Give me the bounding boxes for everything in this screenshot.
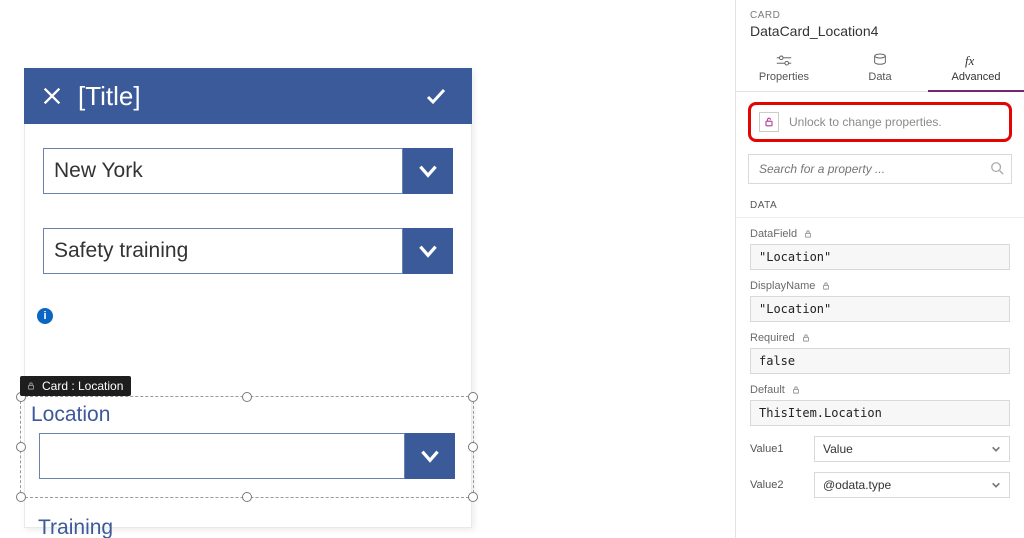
prop-field-required[interactable] bbox=[750, 348, 1010, 374]
value2-select[interactable]: @odata.type bbox=[814, 472, 1010, 498]
resize-handle[interactable] bbox=[16, 442, 26, 452]
dropdown-city-button[interactable] bbox=[403, 148, 453, 194]
panel-tabs: Properties Data fx Advanced bbox=[736, 49, 1024, 92]
card-label-training: Training bbox=[38, 516, 113, 538]
svg-text:fx: fx bbox=[965, 54, 975, 68]
value1-selected: Value bbox=[823, 442, 853, 456]
resize-handle[interactable] bbox=[242, 392, 252, 402]
chevron-down-icon bbox=[417, 443, 443, 469]
dropdown-location-button[interactable] bbox=[405, 433, 455, 479]
tab-advanced-label: Advanced bbox=[952, 71, 1001, 83]
unlock-icon bbox=[763, 116, 775, 128]
unlock-text: Unlock to change properties. bbox=[789, 115, 942, 129]
dropdown-training[interactable]: Safety training bbox=[43, 228, 453, 274]
control-name: DataCard_Location4 bbox=[750, 23, 1010, 39]
dropdown-city-value: New York bbox=[43, 148, 403, 194]
search-icon bbox=[990, 161, 1004, 175]
prop-label-default: Default bbox=[750, 384, 785, 396]
value1-label: Value1 bbox=[750, 443, 802, 455]
close-icon bbox=[41, 85, 63, 107]
tab-data[interactable]: Data bbox=[832, 49, 928, 91]
dropdown-location-value bbox=[39, 433, 405, 479]
selection-tooltip-text: Card : Location bbox=[42, 379, 123, 393]
lock-icon bbox=[821, 281, 831, 291]
dropdown-training-value: Safety training bbox=[43, 228, 403, 274]
fx-icon: fx bbox=[965, 53, 987, 68]
close-button[interactable] bbox=[32, 68, 72, 124]
tab-data-label: Data bbox=[868, 71, 891, 83]
sliders-icon bbox=[775, 53, 793, 68]
value2-label: Value2 bbox=[750, 479, 802, 491]
dropdown-city[interactable]: New York bbox=[43, 148, 453, 194]
unlock-button[interactable]: Unlock to change properties. bbox=[748, 102, 1012, 142]
lock-icon bbox=[801, 333, 811, 343]
resize-handle[interactable] bbox=[242, 492, 252, 502]
prop-label-datafield: DataField bbox=[750, 228, 797, 240]
tab-properties[interactable]: Properties bbox=[736, 49, 832, 91]
prop-label-displayname: DisplayName bbox=[750, 280, 815, 292]
lock-icon bbox=[803, 229, 813, 239]
submit-button[interactable] bbox=[416, 68, 456, 124]
tab-properties-label: Properties bbox=[759, 71, 809, 83]
chevron-down-icon bbox=[991, 480, 1001, 490]
resize-handle[interactable] bbox=[468, 442, 478, 452]
chevron-down-icon bbox=[415, 158, 441, 184]
chevron-down-icon bbox=[415, 238, 441, 264]
selection-tooltip: Card : Location bbox=[20, 376, 131, 396]
info-badge[interactable]: i bbox=[37, 308, 53, 324]
prop-field-displayname[interactable] bbox=[750, 296, 1010, 322]
dropdown-location[interactable] bbox=[39, 433, 455, 479]
tab-advanced[interactable]: fx Advanced bbox=[928, 49, 1024, 91]
value1-select[interactable]: Value bbox=[814, 436, 1010, 462]
value2-selected: @odata.type bbox=[823, 478, 891, 492]
database-icon bbox=[872, 53, 888, 68]
control-type-label: CARD bbox=[750, 10, 1010, 21]
unlock-icon-box bbox=[759, 112, 779, 132]
resize-handle[interactable] bbox=[468, 392, 478, 402]
property-search-input[interactable] bbox=[748, 154, 1012, 184]
lock-icon bbox=[26, 381, 36, 391]
lock-icon bbox=[791, 385, 801, 395]
property-panel: CARD DataCard_Location4 Properties Data bbox=[735, 0, 1024, 538]
dropdown-training-button[interactable] bbox=[403, 228, 453, 274]
selected-card-location[interactable]: Location bbox=[20, 396, 474, 498]
form-title: [Title] bbox=[72, 81, 416, 112]
resize-handle[interactable] bbox=[468, 492, 478, 502]
section-title-data: DATA bbox=[736, 200, 1024, 218]
prop-field-datafield[interactable] bbox=[750, 244, 1010, 270]
resize-handle[interactable] bbox=[16, 492, 26, 502]
prop-field-default[interactable] bbox=[750, 400, 1010, 426]
prop-label-required: Required bbox=[750, 332, 795, 344]
chevron-down-icon bbox=[991, 444, 1001, 454]
form-title-bar: [Title] bbox=[24, 68, 472, 124]
check-icon bbox=[424, 84, 448, 108]
